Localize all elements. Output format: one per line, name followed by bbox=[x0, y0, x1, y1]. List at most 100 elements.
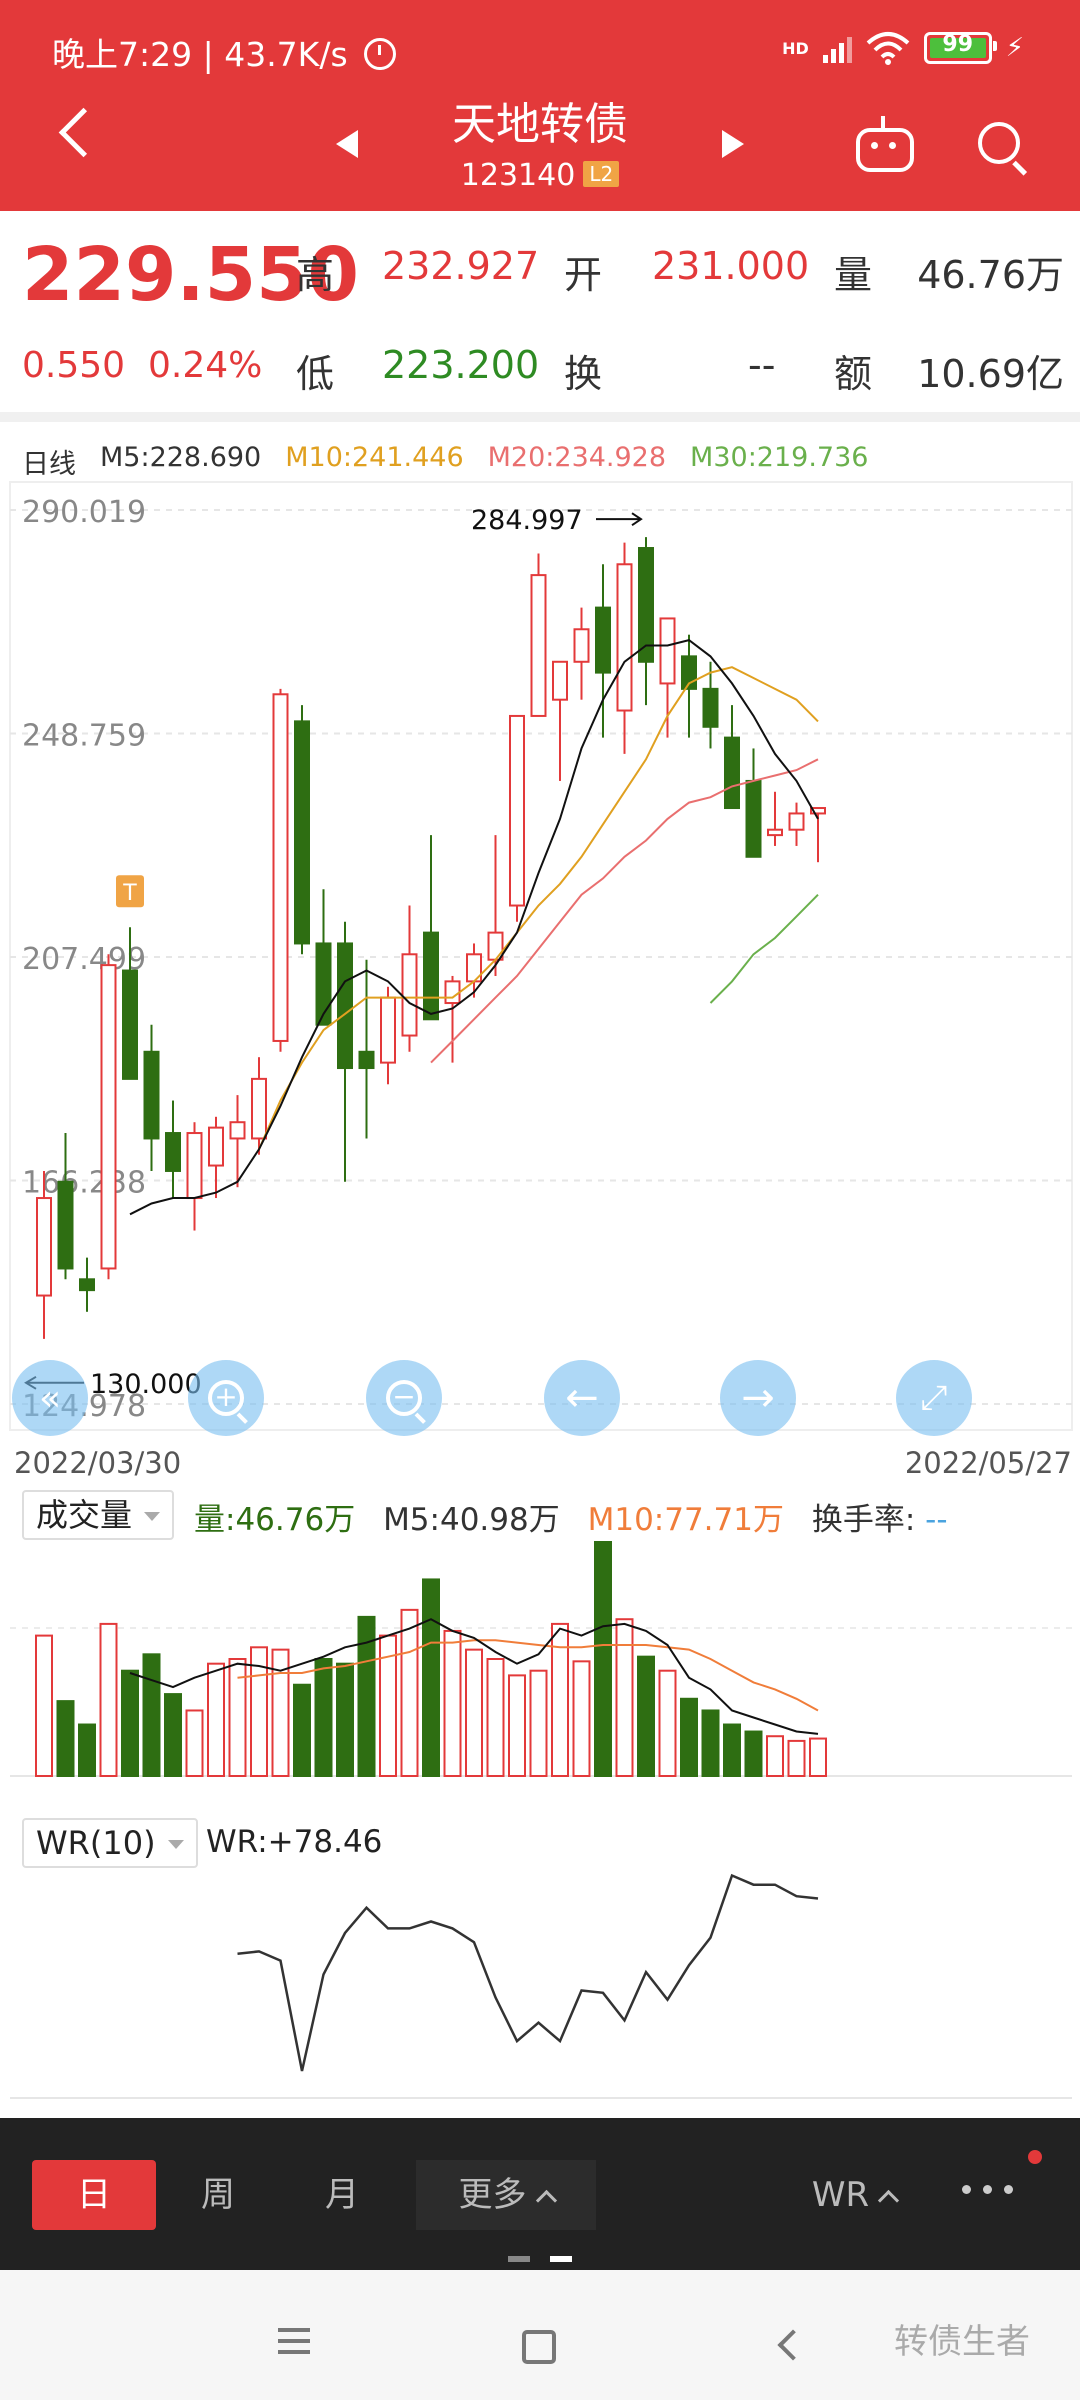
volume-bar bbox=[99, 1622, 118, 1778]
double-left-icon: « bbox=[38, 1377, 62, 1419]
volume-bar bbox=[594, 1541, 612, 1777]
volume-bar bbox=[35, 1634, 53, 1777]
volume-indicator-select[interactable]: 成交量 bbox=[22, 1490, 175, 1540]
volume-bar bbox=[637, 1655, 655, 1778]
candle-body bbox=[552, 660, 568, 701]
candle-body bbox=[358, 1050, 375, 1070]
caret-up-icon bbox=[878, 2189, 900, 2212]
more-options-icon[interactable] bbox=[962, 2185, 1013, 2194]
zoom-in-icon: + bbox=[208, 1380, 244, 1416]
candles bbox=[36, 537, 826, 1339]
tab-week[interactable]: 周 bbox=[156, 2160, 280, 2230]
watermark: 转债生者 bbox=[894, 2322, 1030, 2362]
volume-bar bbox=[615, 1618, 634, 1777]
candle-body bbox=[79, 1278, 95, 1292]
home-icon[interactable] bbox=[522, 2330, 556, 2364]
candle-body bbox=[788, 812, 805, 831]
zoom-in-button[interactable]: + bbox=[188, 1360, 264, 1436]
candle-body bbox=[401, 953, 418, 1037]
volume-bar bbox=[701, 1709, 720, 1777]
candle-body bbox=[595, 606, 611, 674]
volume-bar bbox=[680, 1697, 698, 1778]
candle-body bbox=[122, 969, 138, 1080]
collapse-button[interactable]: « bbox=[12, 1360, 88, 1436]
volume-bar bbox=[314, 1658, 333, 1777]
arrow-left-icon: ← bbox=[565, 1375, 599, 1421]
period-tab-bar: 日 周 月 更多 WR bbox=[0, 2118, 1080, 2270]
candle-body bbox=[530, 574, 547, 717]
volume-bars bbox=[35, 1541, 827, 1778]
menu-icon[interactable] bbox=[278, 2328, 310, 2332]
volume-bar bbox=[293, 1683, 311, 1777]
vol-m5: M5:40.98万 bbox=[383, 1502, 560, 1538]
candle-body bbox=[143, 1050, 160, 1140]
tab-more[interactable]: 更多 bbox=[416, 2160, 596, 2230]
tab-day[interactable]: 日 bbox=[32, 2160, 156, 2230]
y-tick-label: 166.238 bbox=[22, 1166, 146, 1201]
candle-body bbox=[767, 828, 783, 837]
page-indicator-2 bbox=[550, 2256, 572, 2262]
candle-body bbox=[573, 628, 590, 663]
volume-bar bbox=[766, 1735, 784, 1777]
volume-bar bbox=[787, 1739, 806, 1778]
kline-chart[interactable]: 290.019248.759207.499166.238124.978 284.… bbox=[0, 0, 1080, 2118]
volume-bar bbox=[336, 1662, 354, 1778]
candle-body bbox=[100, 964, 117, 1270]
volume-bar bbox=[56, 1700, 75, 1777]
candle-body bbox=[380, 996, 396, 1064]
candle-body bbox=[702, 687, 719, 728]
scroll-left-button[interactable]: ← bbox=[544, 1360, 620, 1436]
candle-body bbox=[36, 1197, 52, 1297]
candle-body bbox=[337, 942, 353, 1070]
volume-bar bbox=[572, 1660, 591, 1777]
volume-bar bbox=[744, 1730, 763, 1778]
candle-body bbox=[229, 1121, 246, 1140]
candle-body bbox=[423, 931, 439, 1021]
max-price-label: 284.997 bbox=[471, 505, 583, 536]
scroll-right-button[interactable]: → bbox=[720, 1360, 796, 1436]
volume-bar bbox=[809, 1737, 827, 1778]
turnover-rate-label: 换手率: bbox=[811, 1502, 916, 1538]
y-tick-label: 290.019 bbox=[22, 495, 146, 530]
candle-body bbox=[487, 931, 504, 961]
fullscreen-button[interactable]: ⤢ bbox=[896, 1360, 972, 1436]
ma30-line bbox=[709, 893, 819, 1004]
y-tick-label: 248.759 bbox=[22, 718, 146, 753]
vol-value: 量:46.76万 bbox=[194, 1502, 356, 1538]
volume-bar bbox=[443, 1629, 462, 1778]
candle-body bbox=[186, 1132, 203, 1200]
candle-body bbox=[444, 980, 461, 1005]
caret-up-icon bbox=[535, 2189, 557, 2212]
wr-value: WR:+78.46 bbox=[206, 1824, 383, 1860]
volume-bar bbox=[658, 1669, 677, 1777]
candle-body bbox=[57, 1180, 74, 1270]
zoom-out-icon: − bbox=[386, 1380, 422, 1416]
arrow-right-icon: → bbox=[741, 1375, 775, 1421]
volume-bar bbox=[142, 1653, 161, 1777]
wr10-line bbox=[237, 1873, 819, 2072]
date-end: 2022/05/27 bbox=[904, 1446, 1072, 1480]
notification-dot bbox=[1028, 2150, 1042, 2164]
volume-bar bbox=[422, 1578, 440, 1777]
candle-body bbox=[724, 736, 740, 810]
volume-bar bbox=[400, 1608, 419, 1777]
candle-body bbox=[251, 1077, 267, 1140]
volume-bar bbox=[723, 1723, 741, 1778]
candle-body bbox=[659, 617, 676, 685]
wr-indicator-select[interactable]: WR(10) bbox=[22, 1818, 198, 1868]
volume-bar bbox=[121, 1669, 139, 1777]
tab-month[interactable]: 月 bbox=[280, 2160, 404, 2230]
candle-body bbox=[208, 1126, 224, 1167]
candle-body bbox=[509, 714, 525, 907]
nav-back-icon[interactable] bbox=[777, 2329, 809, 2361]
volume-bar bbox=[185, 1709, 204, 1777]
zoom-out-button[interactable]: − bbox=[366, 1360, 442, 1436]
volume-bar bbox=[78, 1723, 96, 1778]
candle-body bbox=[165, 1132, 181, 1172]
volume-info: 量:46.76万 M5:40.98万 M10:77.71万 换手率: -- bbox=[194, 1494, 966, 1539]
turnover-rate-value: -- bbox=[925, 1502, 948, 1538]
marker-text: T bbox=[122, 881, 137, 906]
volume-bar bbox=[486, 1658, 505, 1777]
indicator-select[interactable]: WR bbox=[784, 2160, 924, 2230]
wr-line bbox=[237, 1873, 819, 2072]
